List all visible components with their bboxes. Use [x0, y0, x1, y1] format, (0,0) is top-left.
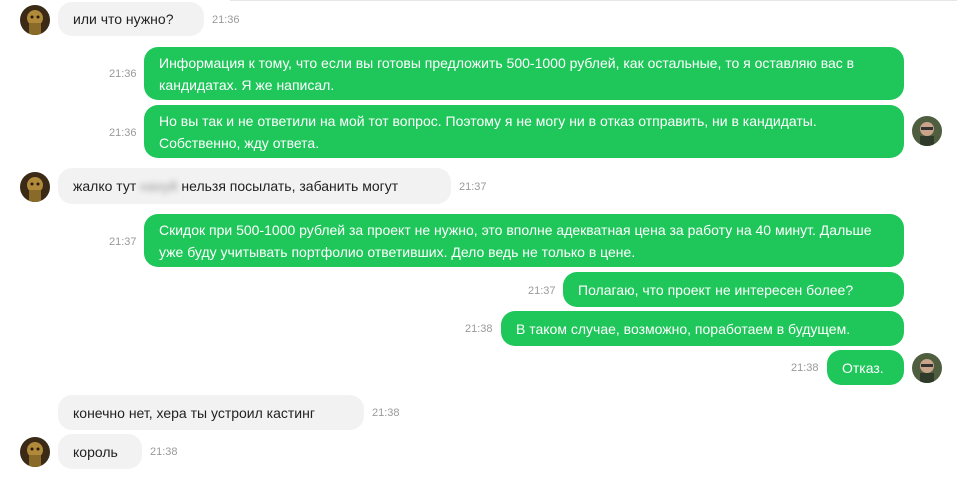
message-text: Скидок при 500-1000 рублей за проект не … — [159, 221, 872, 260]
message-time: 21:38 — [791, 362, 819, 374]
my-avatar[interactable] — [912, 353, 942, 383]
message-text: Но вы так и не ответили на мой тот вопро… — [159, 112, 817, 151]
outgoing-message[interactable]: Отказ. — [827, 350, 904, 385]
avatar-image-icon — [912, 353, 942, 383]
contact-avatar[interactable] — [20, 5, 50, 35]
outgoing-message[interactable]: Информация к тому, что если вы готовы пр… — [144, 47, 904, 100]
outgoing-message[interactable]: Полагаю, что проект не интересен более? — [563, 272, 904, 307]
message-time: 21:38 — [465, 323, 493, 335]
avatar-image-icon — [20, 172, 50, 202]
message-time: 21:37 — [109, 236, 137, 248]
blurred-word: нахуй — [140, 178, 178, 194]
outgoing-message[interactable]: Скидок при 500-1000 рублей за проект не … — [144, 214, 904, 267]
incoming-message[interactable]: или что нужно? — [58, 2, 204, 36]
message-time: 21:37 — [459, 181, 487, 193]
message-time: 21:38 — [150, 446, 178, 458]
message-text: Отказ. — [842, 359, 884, 376]
incoming-message[interactable]: жалко тут нахуй нельзя посылать, забанит… — [58, 168, 451, 204]
message-text: В таком случае, возможно, поработаем в б… — [516, 320, 851, 337]
message-text: жалко тут нахуй нельзя посылать, забанит… — [73, 175, 398, 197]
outgoing-message[interactable]: Но вы так и не ответили на мой тот вопро… — [144, 105, 904, 158]
contact-avatar[interactable] — [20, 172, 50, 202]
outgoing-message[interactable]: В таком случае, возможно, поработаем в б… — [501, 311, 904, 346]
message-text-part: нельзя посылать, забанить могут — [177, 178, 399, 194]
message-time: 21:36 — [212, 14, 240, 26]
message-text: или что нужно? — [73, 11, 174, 27]
message-text: Информация к тому, что если вы готовы пр… — [159, 54, 855, 93]
avatar-image-icon — [20, 437, 50, 467]
message-text: конечно нет, хера ты устроил кастинг — [73, 404, 315, 421]
contact-avatar[interactable] — [20, 437, 50, 467]
message-text: Полагаю, что проект не интересен более? — [578, 281, 854, 298]
message-text-part: жалко тут — [73, 178, 141, 194]
my-avatar[interactable] — [912, 116, 942, 146]
message-time: 21:36 — [109, 68, 137, 80]
message-time: 21:36 — [109, 127, 137, 139]
incoming-message[interactable]: конечно нет, хера ты устроил кастинг — [58, 395, 364, 430]
avatar-image-icon — [20, 5, 50, 35]
message-time: 21:37 — [528, 285, 556, 297]
chat-top-divider — [230, 0, 957, 1]
incoming-message[interactable]: король — [58, 434, 142, 469]
message-text: король — [73, 443, 118, 460]
message-time: 21:38 — [372, 407, 400, 419]
avatar-image-icon — [912, 116, 942, 146]
